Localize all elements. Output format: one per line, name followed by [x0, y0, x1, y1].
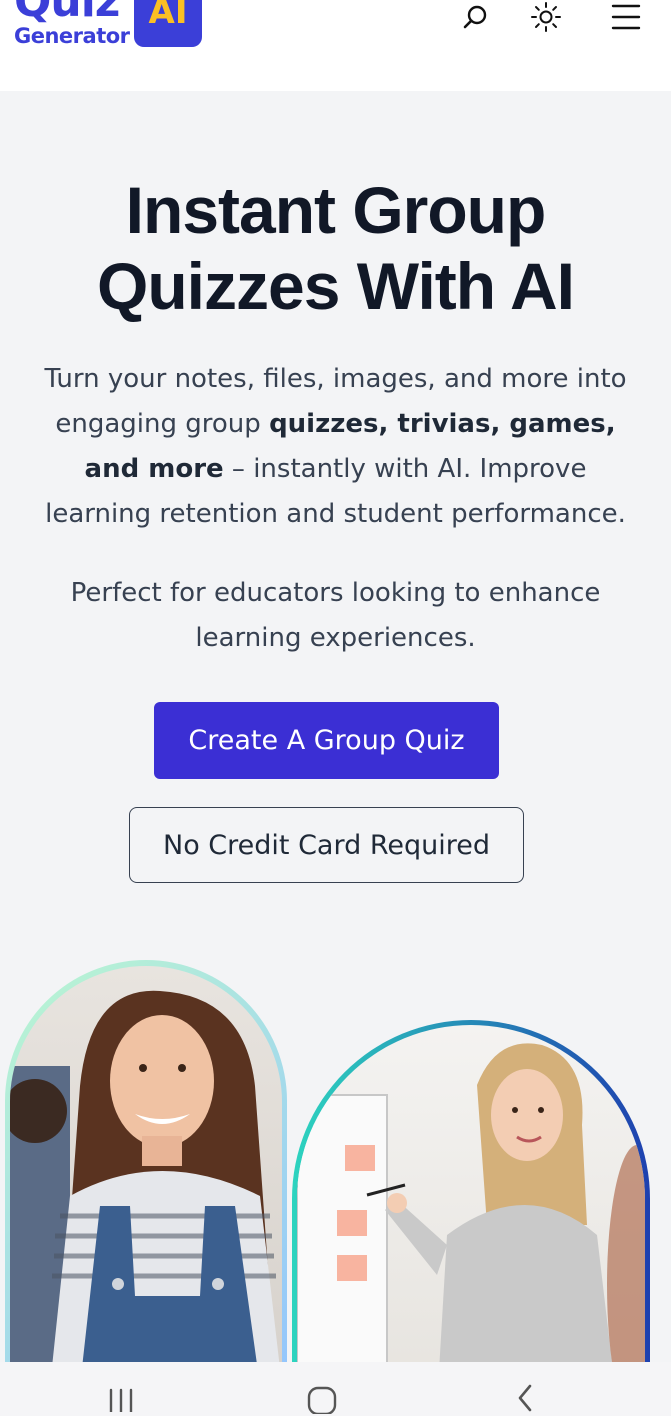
teacher-photo [292, 1020, 650, 1400]
create-group-quiz-button[interactable]: Create A Group Quiz [154, 702, 499, 779]
student-photo-inner [10, 966, 282, 1380]
hero-subtext: Perfect for educators looking to enhance… [70, 578, 601, 653]
back-icon[interactable] [495, 1382, 555, 1416]
site-header: Quiz Generator AI [0, 0, 671, 91]
menu-icon[interactable] [606, 0, 646, 34]
no-credit-card-badge: No Credit Card Required [129, 807, 524, 883]
title-line-2: Quizzes With AI [97, 249, 575, 323]
logo-ai-badge: AI [134, 0, 202, 47]
title-line-1: Instant Group [125, 173, 547, 247]
search-icon[interactable] [456, 0, 496, 34]
logo-quiz-text: Quiz [14, 0, 120, 27]
logo[interactable]: Quiz Generator AI [14, 0, 204, 50]
logo-generator-text: Generator [14, 24, 130, 48]
student-photo [5, 960, 287, 1380]
student-illustration [10, 990, 282, 1380]
recent-apps-icon[interactable] [91, 1382, 151, 1416]
hero-description: Turn your notes, files, images, and more… [30, 357, 641, 537]
sun-icon[interactable] [526, 0, 566, 34]
system-nav-bar [0, 1362, 671, 1416]
teacher-photo-inner [297, 1025, 645, 1400]
teacher-illustration [297, 1043, 645, 1400]
page-title: Instant Group Quizzes With AI [0, 172, 671, 324]
home-icon[interactable] [292, 1382, 352, 1416]
